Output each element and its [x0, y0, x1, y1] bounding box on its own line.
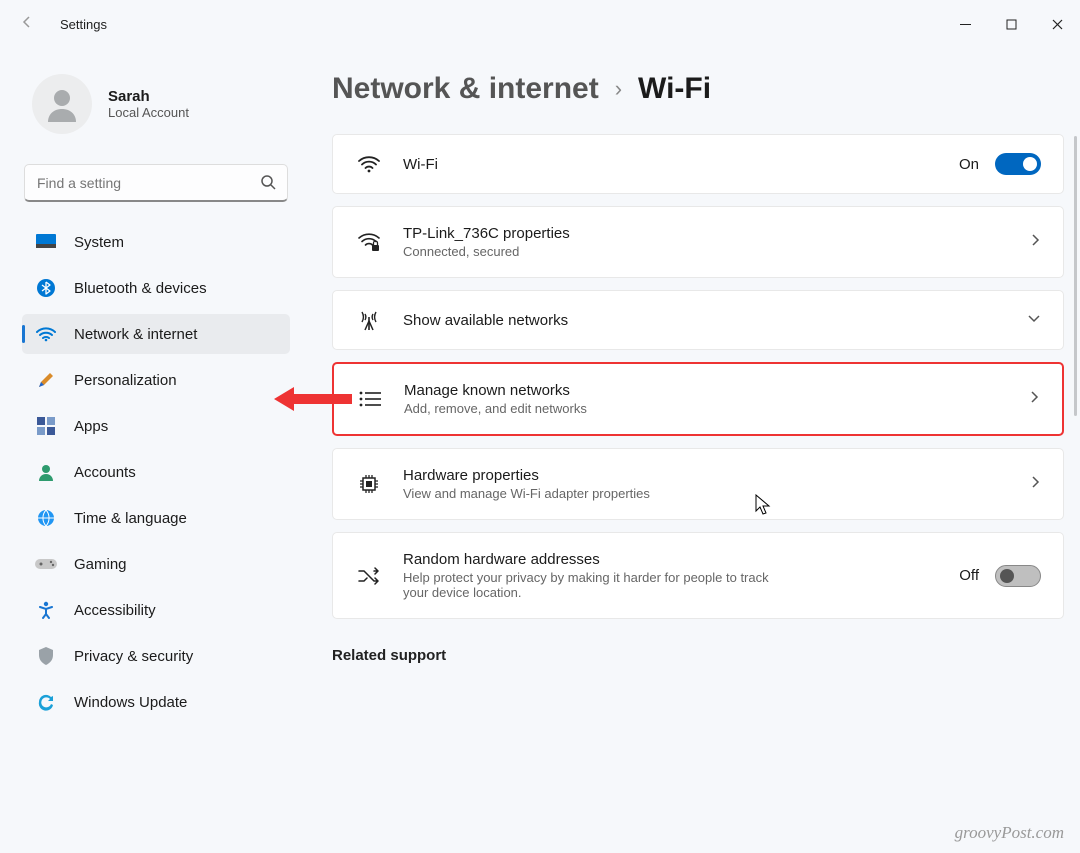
- sidebar: Sarah Local Account System Bluetooth & d…: [0, 48, 300, 853]
- card-title: Manage known networks: [404, 382, 1028, 399]
- sidebar-item-bluetooth[interactable]: Bluetooth & devices: [22, 268, 290, 308]
- sidebar-item-system[interactable]: System: [22, 222, 290, 262]
- sidebar-item-accounts[interactable]: Accounts: [22, 452, 290, 492]
- main-content: Network & internet › Wi-Fi Wi-Fi On TP-L…: [300, 48, 1080, 853]
- sidebar-item-personalization[interactable]: Personalization: [22, 360, 290, 400]
- random-addresses-toggle[interactable]: [995, 565, 1041, 587]
- antenna-icon: [355, 309, 383, 331]
- card-title: Random hardware addresses: [403, 551, 959, 568]
- shield-icon: [32, 647, 60, 665]
- close-button[interactable]: [1034, 8, 1080, 40]
- list-icon: [356, 391, 384, 407]
- related-support-heading: Related support: [332, 647, 1064, 664]
- sidebar-item-label: Gaming: [74, 556, 127, 573]
- sidebar-item-time[interactable]: Time & language: [22, 498, 290, 538]
- card-random-addresses[interactable]: Random hardware addresses Help protect y…: [332, 532, 1064, 619]
- chevron-right-icon: [1028, 390, 1040, 409]
- card-subtitle: Connected, secured: [403, 244, 1029, 259]
- chevron-down-icon: [1027, 311, 1041, 329]
- cursor-icon: [755, 494, 773, 516]
- card-subtitle: Add, remove, and edit networks: [404, 401, 1028, 416]
- breadcrumb: Network & internet › Wi-Fi: [332, 72, 1064, 106]
- shuffle-icon: [355, 567, 383, 585]
- watermark: groovyPost.com: [955, 823, 1064, 843]
- card-subtitle: View and manage Wi-Fi adapter properties: [403, 486, 1029, 501]
- sidebar-item-label: Apps: [74, 418, 108, 435]
- sidebar-item-label: Network & internet: [74, 326, 197, 343]
- profile-block[interactable]: Sarah Local Account: [22, 56, 296, 164]
- nav-list: System Bluetooth & devices Network & int…: [22, 222, 296, 853]
- title-bar: Settings: [0, 0, 1080, 48]
- chevron-right-icon: ›: [615, 76, 622, 102]
- sidebar-item-label: Accounts: [74, 464, 136, 481]
- gaming-icon: [32, 557, 60, 571]
- card-network-properties[interactable]: TP-Link_736C properties Connected, secur…: [332, 206, 1064, 278]
- sidebar-item-privacy[interactable]: Privacy & security: [22, 636, 290, 676]
- minimize-button[interactable]: [942, 8, 988, 40]
- apps-icon: [32, 417, 60, 435]
- update-icon: [32, 693, 60, 711]
- profile-name: Sarah: [108, 88, 189, 105]
- chevron-right-icon: [1029, 233, 1041, 252]
- scrollbar[interactable]: [1074, 136, 1078, 843]
- wifi-secured-icon: [355, 232, 383, 252]
- maximize-button[interactable]: [988, 8, 1034, 40]
- breadcrumb-parent[interactable]: Network & internet: [332, 72, 599, 106]
- accounts-icon: [32, 463, 60, 481]
- back-button[interactable]: [12, 14, 42, 35]
- card-title: Hardware properties: [403, 467, 1029, 484]
- sidebar-item-label: Privacy & security: [74, 648, 193, 665]
- chip-icon: [355, 473, 383, 495]
- avatar: [32, 74, 92, 134]
- sidebar-item-label: Windows Update: [74, 694, 187, 711]
- sidebar-item-gaming[interactable]: Gaming: [22, 544, 290, 584]
- sidebar-item-network[interactable]: Network & internet: [22, 314, 290, 354]
- annotation-arrow: [274, 384, 354, 414]
- sidebar-item-label: Personalization: [74, 372, 177, 389]
- card-subtitle: Help protect your privacy by making it h…: [403, 570, 783, 600]
- card-wifi-toggle[interactable]: Wi-Fi On: [332, 134, 1064, 194]
- wifi-toggle[interactable]: [995, 153, 1041, 175]
- globe-icon: [32, 509, 60, 527]
- card-available-networks[interactable]: Show available networks: [332, 290, 1064, 350]
- chevron-right-icon: [1029, 475, 1041, 494]
- card-title: TP-Link_736C properties: [403, 225, 1029, 242]
- profile-subtitle: Local Account: [108, 105, 189, 120]
- wifi-icon: [355, 155, 383, 173]
- toggle-state-label: On: [959, 156, 979, 173]
- accessibility-icon: [32, 601, 60, 619]
- sidebar-item-label: Bluetooth & devices: [74, 280, 207, 297]
- card-title: Wi-Fi: [403, 156, 959, 173]
- search-input[interactable]: [24, 164, 288, 202]
- sidebar-item-label: Accessibility: [74, 602, 156, 619]
- sidebar-item-label: Time & language: [74, 510, 187, 527]
- breadcrumb-current: Wi-Fi: [638, 72, 711, 106]
- toggle-state-label: Off: [959, 567, 979, 584]
- wifi-icon: [32, 326, 60, 342]
- window-title: Settings: [60, 17, 107, 32]
- bluetooth-icon: [32, 279, 60, 297]
- sidebar-item-accessibility[interactable]: Accessibility: [22, 590, 290, 630]
- card-title: Show available networks: [403, 312, 1027, 329]
- card-hardware-properties[interactable]: Hardware properties View and manage Wi-F…: [332, 448, 1064, 520]
- brush-icon: [32, 370, 60, 390]
- card-manage-known-networks[interactable]: Manage known networks Add, remove, and e…: [332, 362, 1064, 436]
- search-icon: [260, 174, 276, 195]
- sidebar-item-update[interactable]: Windows Update: [22, 682, 290, 722]
- system-icon: [32, 234, 60, 250]
- sidebar-item-label: System: [74, 234, 124, 251]
- sidebar-item-apps[interactable]: Apps: [22, 406, 290, 446]
